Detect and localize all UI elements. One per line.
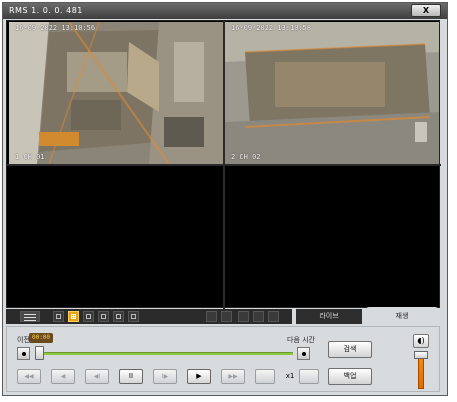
speaker-icon[interactable]: ◖) — [413, 334, 429, 348]
layout-25-icon[interactable] — [113, 311, 124, 322]
prev-label: 이전 — [17, 336, 30, 344]
camera-label: 2 CH 02 — [231, 153, 261, 161]
speed-display: x1 — [281, 369, 299, 384]
volume-thumb[interactable] — [414, 351, 428, 359]
camera-view-1[interactable]: 16-09-2022 13:10:56 1 CH 01 — [9, 22, 223, 164]
video-grid: 16-09-2022 13:10:56 1 CH 01 16-09-2022 1… — [6, 20, 441, 309]
step-back-button[interactable]: ◀ — [51, 369, 75, 384]
layout-16-icon[interactable] — [98, 311, 109, 322]
timeline-track[interactable] — [35, 352, 293, 355]
list-icon[interactable] — [20, 311, 40, 322]
layout-4-icon[interactable] — [68, 311, 79, 322]
snapshot-icon[interactable] — [238, 311, 249, 322]
tab-playback[interactable]: 재생 — [366, 307, 438, 326]
layout-36-icon[interactable] — [128, 311, 139, 322]
camera-timestamp: 16-09-2022 13:10:56 — [15, 24, 96, 32]
play-button[interactable]: ▶ — [187, 369, 211, 384]
camera-view-2[interactable]: 16-09-2022 13:10:58 2 CH 02 — [225, 22, 439, 164]
layout-1-icon[interactable] — [53, 311, 64, 322]
eraser-icon[interactable] — [268, 311, 279, 322]
layout-9-icon[interactable] — [83, 311, 94, 322]
backup-button[interactable]: 백업 — [328, 368, 372, 385]
skip-forward-button[interactable]: ▶▶ — [221, 369, 245, 384]
camera-2-image — [225, 22, 439, 164]
mode-tabs: 라이브 재생 — [292, 307, 440, 326]
prev-time-button[interactable] — [17, 347, 30, 360]
skip-back-button[interactable]: ◀◀ — [17, 369, 41, 384]
frame-back-button[interactable]: ◀I — [85, 369, 109, 384]
close-button[interactable]: X — [411, 4, 441, 17]
camera-label: 1 CH 01 — [15, 153, 45, 161]
undo-icon[interactable] — [206, 311, 217, 322]
window-title: RMS 1. 0. 0. 481 — [9, 6, 83, 15]
title-bar: RMS 1. 0. 0. 481 X — [3, 3, 447, 19]
fullscreen-icon[interactable] — [253, 311, 264, 322]
camera-1-image — [9, 22, 223, 164]
camera-timestamp: 16-09-2022 13:10:58 — [231, 24, 312, 32]
next-label: 다음 시간 — [287, 336, 315, 344]
volume-track[interactable] — [418, 357, 424, 389]
tab-live[interactable]: 라이브 — [296, 309, 362, 324]
speed-down-button[interactable] — [255, 369, 275, 384]
next-time-button[interactable] — [297, 347, 310, 360]
camera-view-4[interactable] — [225, 166, 439, 307]
speed-up-button[interactable] — [299, 369, 319, 384]
search-button[interactable]: 검색 — [328, 341, 372, 358]
redo-icon[interactable] — [221, 311, 232, 322]
pause-button[interactable]: II — [119, 369, 143, 384]
camera-view-3[interactable] — [9, 166, 223, 307]
playback-panel: 이전 00:00 다음 시간 ◀◀ ◀ ◀I II I▶ ▶ ▶▶ x1 검색 … — [6, 326, 440, 392]
grid-divider-horizontal — [7, 164, 441, 166]
current-time-badge: 00:00 — [29, 333, 53, 343]
frame-forward-button[interactable]: I▶ — [153, 369, 177, 384]
timeline-thumb[interactable] — [35, 346, 44, 360]
view-toolbar — [6, 309, 292, 324]
